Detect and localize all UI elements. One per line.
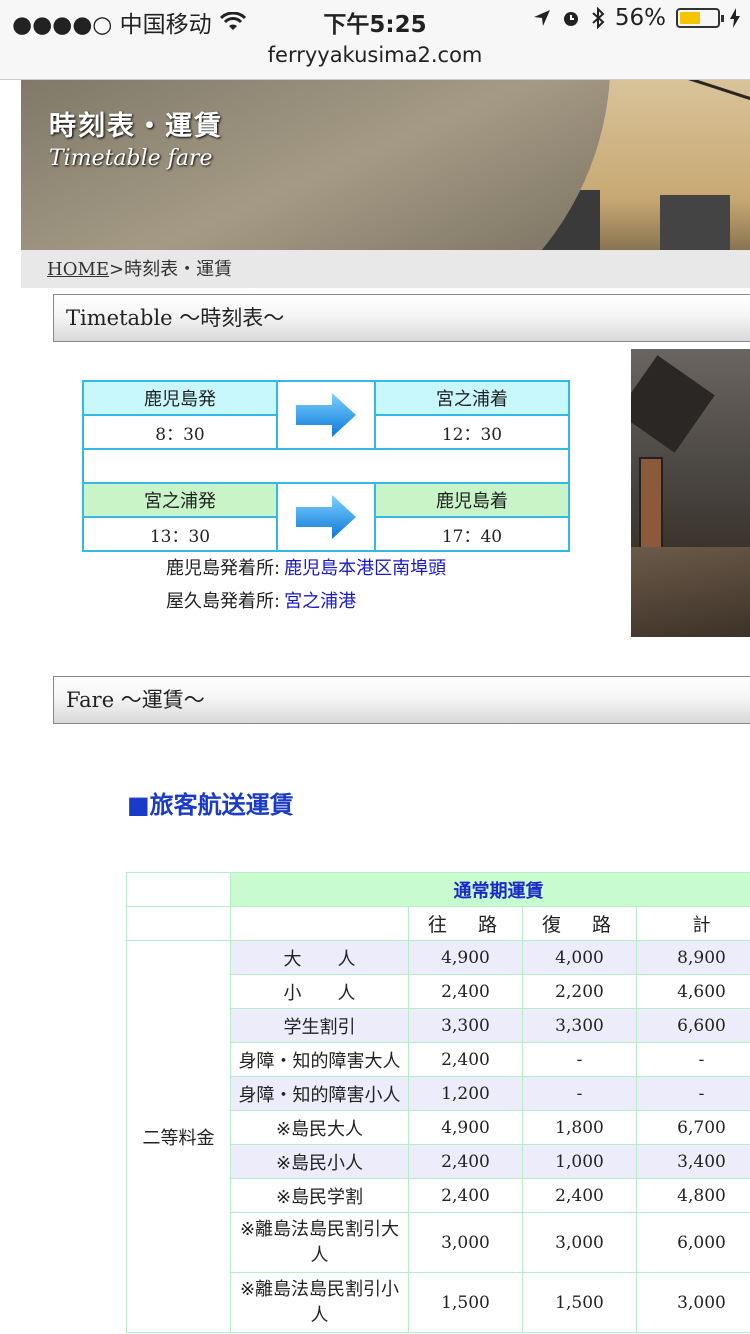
fare-value: 1,500 <box>408 1272 523 1333</box>
fare-value: 8,900 <box>636 940 750 975</box>
fare-value: 2,200 <box>522 974 637 1009</box>
battery-icon <box>676 8 724 28</box>
status-bar: ●●●●○ 中国移动 下午5:25 56% <box>0 0 750 40</box>
arrow-cell <box>276 380 376 450</box>
departure-port: 鹿児島発 <box>82 380 278 416</box>
table-row: 二等料金 大 人 4,900 4,000 8,900 <box>126 940 750 1333</box>
fare-value: 3,300 <box>522 1008 637 1043</box>
fare-value: 6,000 <box>636 1212 750 1273</box>
fare-label: 学生割引 <box>230 1008 409 1043</box>
right-arrow-icon <box>296 495 356 539</box>
column-header-outbound: 往 路 <box>408 906 523 941</box>
battery-percent: 56% <box>614 5 666 31</box>
fare-value: 3,300 <box>408 1008 523 1043</box>
departure-port: 宮之浦発 <box>82 482 278 518</box>
port-label: 鹿児島発着所: <box>166 558 281 579</box>
fare-value: 1,800 <box>522 1110 637 1145</box>
fare-value: 1,500 <box>522 1272 637 1333</box>
fare-value: 4,800 <box>636 1178 750 1213</box>
fare-value: 1,200 <box>408 1076 523 1111</box>
timetable-row: 宮之浦発 鹿児島着 <box>82 482 570 552</box>
fare-label: ※島民大人 <box>230 1110 409 1145</box>
departure-time: 13：30 <box>82 516 278 552</box>
breadcrumb-current: 時刻表・運賃 <box>124 259 233 280</box>
fare-label: 身障・知的障害大人 <box>230 1042 409 1077</box>
status-icons: 56% <box>533 5 740 31</box>
fare-label: ※島民小人 <box>230 1144 409 1179</box>
fare-table: 通常期運賃 往 路 復 路 計 二等料金 大 人 4,900 4,000 8,9… <box>126 872 750 1333</box>
fare-value: 2,400 <box>408 1144 523 1179</box>
fare-value: - <box>522 1076 637 1111</box>
fare-category: 二等料金 <box>126 940 231 1333</box>
column-header-total: 計 <box>636 906 750 941</box>
timetable-spacer-row <box>82 448 570 484</box>
fare-value: 4,000 <box>522 940 637 975</box>
breadcrumb-home-link[interactable]: HOME <box>47 259 109 280</box>
yakushima-terminal-info: 屋久島発着所: 宮之浦港 <box>166 587 356 613</box>
departure-time: 8：30 <box>82 414 278 450</box>
url-text: ferryyakusima2.com <box>267 43 483 67</box>
timetable: 鹿児島発 宮之浦着 8：30 12：30 宮之浦発 鹿児島着 13：30 17：… <box>82 380 570 552</box>
fare-value: 2,400 <box>408 1178 523 1213</box>
location-arrow-icon <box>533 10 550 26</box>
banner-title: 時刻表・運賃 <box>49 111 223 142</box>
right-arrow-icon <box>296 393 356 437</box>
fare-label: 身障・知的障害小人 <box>230 1076 409 1111</box>
fare-value: - <box>636 1042 750 1077</box>
kagoshima-terminal-info: 鹿児島発着所: 鹿児島本港区南埠頭 <box>166 554 446 580</box>
fare-label: ※島民学割 <box>230 1178 409 1213</box>
fare-value: 3,400 <box>636 1144 750 1179</box>
fare-value: 3,000 <box>408 1212 523 1273</box>
charging-icon <box>730 8 740 28</box>
fare-value: - <box>522 1042 637 1077</box>
fare-value: 3,000 <box>522 1212 637 1273</box>
bluetooth-icon <box>592 7 605 29</box>
column-header-return: 復 路 <box>522 906 637 941</box>
timetable-row: 鹿児島発 宮之浦着 <box>82 380 570 450</box>
fare-label: ※離島法島民割引大人 <box>230 1212 409 1273</box>
fare-value: 2,400 <box>522 1178 637 1213</box>
arrival-time: 12：30 <box>374 414 570 450</box>
breadcrumb: HOME>時刻表・運賃 <box>21 250 750 288</box>
banner-subtitle: Timetable fare <box>49 146 213 171</box>
fare-value: 4,900 <box>408 1110 523 1145</box>
fare-value: 3,000 <box>636 1272 750 1333</box>
fare-value: 2,400 <box>408 974 523 1009</box>
table-header-row: 往 路 復 路 計 <box>126 906 750 941</box>
timetable-section-header: Timetable ～時刻表～ <box>53 294 750 342</box>
arrival-port: 宮之浦着 <box>374 380 570 416</box>
fare-section-header: Fare ～運賃～ <box>53 676 750 724</box>
table-row: 通常期運賃 <box>126 872 750 907</box>
header-banner: 時刻表・運賃 Timetable fare <box>21 80 750 250</box>
fare-value: 6,700 <box>636 1110 750 1145</box>
arrival-port: 鹿児島着 <box>374 482 570 518</box>
fare-value: 6,600 <box>636 1008 750 1043</box>
address-bar[interactable]: ferryyakusima2.com <box>0 40 750 80</box>
fare-caption: 通常期運賃 <box>230 872 750 907</box>
fare-label: 大 人 <box>230 940 409 975</box>
port-label: 屋久島発着所: <box>166 591 281 612</box>
fare-label: ※離島法島民割引小人 <box>230 1272 409 1333</box>
fare-value: 2,400 <box>408 1042 523 1077</box>
arrow-cell <box>276 482 376 552</box>
breadcrumb-separator: > <box>109 259 125 280</box>
fare-label: 小 人 <box>230 974 409 1009</box>
fare-value: 4,600 <box>636 974 750 1009</box>
fare-value: 4,900 <box>408 940 523 975</box>
timetable-section-title: Timetable ～時刻表～ <box>66 306 285 330</box>
fare-value: - <box>636 1076 750 1111</box>
ship-deck-photo <box>631 349 750 637</box>
alarm-icon <box>563 12 578 26</box>
fare-value: 1,000 <box>522 1144 637 1179</box>
port-link-kagoshima[interactable]: 鹿児島本港区南埠頭 <box>284 558 446 579</box>
arrival-time: 17：40 <box>374 516 570 552</box>
port-link-miyanoura[interactable]: 宮之浦港 <box>284 591 356 612</box>
passenger-fare-heading: ■旅客航送運賃 <box>127 791 294 819</box>
fare-section-title: Fare ～運賃～ <box>66 688 205 712</box>
